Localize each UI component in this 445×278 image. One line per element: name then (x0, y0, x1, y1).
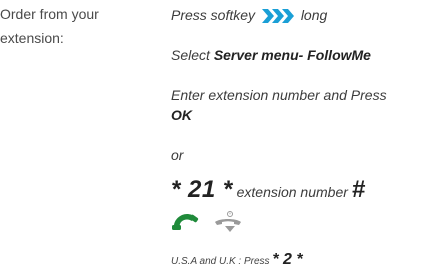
step-press-softkey: Press softkey long (171, 7, 327, 27)
ok-text: OK (171, 107, 192, 123)
code-suffix: # (351, 176, 366, 203)
code-prefix: * 21 * (171, 176, 233, 203)
step-dial-code: * 21 * extension number # (171, 176, 366, 204)
forward-chevrons-icon (261, 8, 295, 27)
or-text: or (171, 147, 184, 163)
step-select-menu: Select Server menu- FollowMe (171, 47, 371, 63)
handset-offhook-icon (171, 211, 201, 236)
us-uk-prefix: U.S.A and U.K : Press (171, 256, 270, 267)
select-text: Select (171, 47, 210, 63)
handset-onhook-icon (213, 210, 243, 237)
label-line-1: Order from your (0, 6, 99, 22)
instruction-label: Order from your extension: (0, 2, 130, 50)
code-middle: extension number (236, 184, 348, 200)
handset-icons (171, 210, 243, 237)
us-uk-note: U.S.A and U.K : Press * 2 * (171, 251, 303, 269)
label-line-2: extension: (0, 30, 64, 46)
press-long-text: long (300, 7, 328, 23)
server-menu-text: Server menu- FollowMe (213, 47, 371, 63)
us-uk-code: * 2 * (272, 251, 303, 268)
press-softkey-text: Press softkey (171, 7, 256, 23)
step-enter-extension: Enter extension number and Press (171, 87, 387, 103)
